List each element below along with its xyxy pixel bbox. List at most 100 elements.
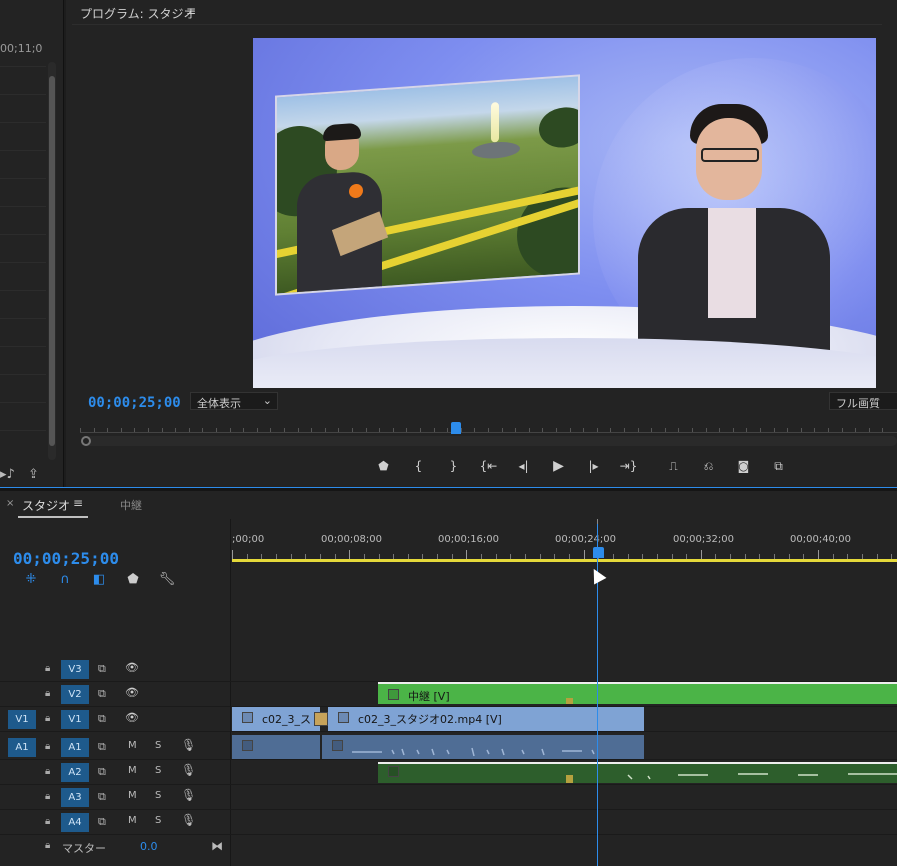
eye-icon[interactable]: 👁︎ — [125, 711, 139, 724]
tab-menu-icon[interactable]: ≡ — [73, 496, 83, 510]
compare-view-button[interactable]: ⧉ — [761, 459, 796, 474]
lock-icon[interactable]: 🔒︎ — [45, 741, 50, 752]
program-ruler-tick — [760, 428, 761, 432]
mute-button[interactable]: M — [128, 740, 137, 751]
microphone-icon[interactable]: 🎙︎ — [181, 763, 196, 777]
timeline-timecode[interactable]: 00;00;25;00 — [13, 549, 119, 568]
microphone-icon[interactable]: 🎙︎ — [181, 813, 196, 827]
program-zoom-scrollbar[interactable] — [81, 436, 897, 446]
clip-marker[interactable] — [566, 698, 573, 704]
timeline-playhead[interactable] — [593, 547, 604, 558]
track-target-v1[interactable]: V1 — [61, 710, 89, 729]
zoom-fit-select[interactable]: 全体表示 ⌄ — [190, 392, 278, 410]
track-v1: V1 🔒︎ V1 ⧉ 👁︎ c02_3_ス c02_3_スタジオ02.mp4 [… — [0, 707, 897, 732]
timeline-tools: ⁜ ∩ ◧ ⬟ 🔧︎ — [14, 572, 184, 587]
microphone-icon[interactable]: 🎙︎ — [181, 738, 196, 752]
go-to-out-button[interactable]: ⇥} — [611, 459, 646, 473]
camera-icon[interactable]: ◙ — [726, 459, 761, 473]
program-time-ruler[interactable] — [80, 425, 897, 433]
track-target-a2[interactable]: A2 — [61, 763, 89, 782]
eye-icon[interactable]: 👁︎ — [125, 686, 139, 699]
mark-out-button[interactable]: } — [436, 459, 471, 473]
left-panel-scrollbar[interactable] — [48, 62, 56, 460]
audio-clip-a1-a[interactable] — [232, 735, 320, 759]
source-patch-a1[interactable]: A1 — [8, 738, 36, 757]
sync-lock-icon[interactable]: ⧉ — [98, 740, 106, 754]
mute-button[interactable]: M — [128, 790, 137, 801]
program-ruler-tick — [746, 428, 748, 432]
transition-icon[interactable] — [314, 712, 328, 726]
wrench-icon[interactable]: 🔧︎ — [150, 572, 184, 587]
solo-button[interactable]: S — [155, 740, 161, 751]
scrollbar-thumb[interactable] — [49, 76, 55, 446]
track-target-v3[interactable]: V3 — [61, 660, 89, 679]
go-to-in-button[interactable]: {⇤ — [471, 459, 506, 473]
add-marker-button[interactable]: ⬟ — [366, 459, 401, 473]
mute-button[interactable]: M — [128, 765, 137, 776]
microphone-icon[interactable]: 🎙︎ — [181, 788, 196, 802]
close-tab-icon[interactable]: × — [6, 498, 14, 509]
track-target-v2[interactable]: V2 — [61, 685, 89, 704]
clip-label: c02_3_ス — [262, 713, 312, 726]
audio-clip-a1-b[interactable] — [322, 735, 644, 759]
timeline-ruler[interactable]: ;00;00 00;00;08;00 00;00;16;00 00;00;24;… — [232, 519, 897, 563]
lock-icon[interactable]: 🔒︎ — [45, 663, 50, 674]
step-forward-button[interactable]: |▸ — [576, 459, 611, 473]
add-marker-icon[interactable]: ⬟ — [116, 572, 150, 587]
program-ruler-tick — [773, 428, 775, 432]
track-target-a4[interactable]: A4 — [61, 813, 89, 832]
sync-lock-icon[interactable]: ⧉ — [98, 765, 106, 779]
tab-relay[interactable]: 中継 — [120, 497, 142, 513]
lock-icon[interactable]: 🔒︎ — [45, 688, 50, 699]
clip-v1-a[interactable]: c02_3_ス — [232, 707, 320, 731]
insert-nested-icon[interactable]: ◧ — [82, 572, 116, 587]
program-monitor-title[interactable]: プログラム: スタジオ — [80, 5, 196, 22]
eye-icon[interactable]: 👁︎ — [125, 661, 139, 674]
play-button[interactable]: ▶ — [541, 458, 576, 474]
sync-lock-icon[interactable]: ⧉ — [98, 790, 106, 804]
linked-selection-icon[interactable]: ∩ — [48, 572, 82, 587]
extract-button[interactable]: ⎌ — [691, 459, 726, 474]
tab-studio[interactable]: スタジオ — [22, 497, 70, 514]
panel-menu-icon[interactable]: ≡ — [186, 4, 196, 18]
solo-button[interactable]: S — [155, 815, 161, 826]
program-ruler-tick — [216, 428, 217, 432]
track-a3: 🔒︎ A3 ⧉ M S 🎙︎ — [0, 785, 897, 810]
export-icon[interactable]: ⇪ — [28, 467, 39, 482]
program-ruler-tick — [569, 428, 571, 432]
sync-lock-icon[interactable]: ⧉ — [98, 712, 106, 726]
zoom-handle[interactable] — [81, 436, 91, 446]
program-video-frame[interactable] — [253, 38, 876, 388]
work-area-bar[interactable] — [232, 559, 897, 562]
playback-quality-select[interactable]: フル画質 — [829, 392, 897, 410]
program-timecode[interactable]: 00;00;25;00 — [88, 395, 181, 411]
program-ruler-tick — [678, 428, 680, 432]
lock-icon[interactable]: 🔒︎ — [45, 840, 50, 851]
clip-v2-relay[interactable]: 中継 [V] — [378, 682, 897, 704]
mute-button[interactable]: M — [128, 815, 137, 826]
master-volume[interactable]: 0.0 — [140, 840, 158, 853]
snap-icon[interactable]: ⁜ — [14, 572, 48, 587]
ruler-tick — [818, 550, 819, 559]
program-ruler-tick — [868, 428, 870, 432]
sync-lock-icon[interactable]: ⧉ — [98, 662, 106, 676]
source-patch-v1[interactable]: V1 — [8, 710, 36, 729]
audio-toggle-icon[interactable]: ▸♪ — [0, 467, 15, 482]
go-to-end-icon[interactable]: ⧓ — [211, 839, 223, 853]
sync-lock-icon[interactable]: ⧉ — [98, 815, 106, 829]
track-target-a1[interactable]: A1 — [61, 738, 89, 757]
mark-in-button[interactable]: { — [401, 459, 436, 473]
left-panel-timecode: 00;11;0 — [0, 42, 43, 55]
lock-icon[interactable]: 🔒︎ — [45, 816, 50, 827]
solo-button[interactable]: S — [155, 790, 161, 801]
lock-icon[interactable]: 🔒︎ — [45, 713, 50, 724]
audio-clip-a2[interactable] — [378, 762, 897, 783]
step-back-button[interactable]: ◂| — [506, 459, 541, 473]
lock-icon[interactable]: 🔒︎ — [45, 791, 50, 802]
program-playhead[interactable] — [450, 422, 461, 434]
sync-lock-icon[interactable]: ⧉ — [98, 687, 106, 701]
lock-icon[interactable]: 🔒︎ — [45, 766, 50, 777]
lift-button[interactable]: ⎍ — [656, 459, 691, 474]
track-target-a3[interactable]: A3 — [61, 788, 89, 807]
solo-button[interactable]: S — [155, 765, 161, 776]
